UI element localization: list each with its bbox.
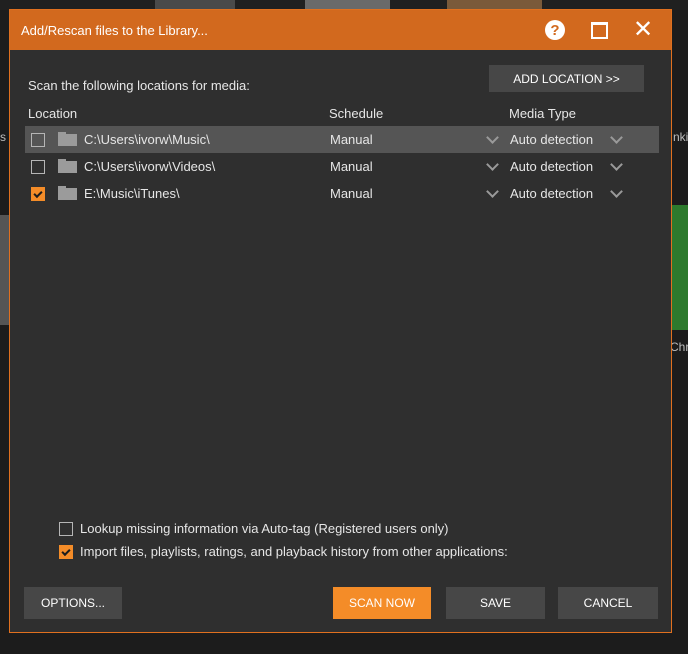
media-type-value: Auto detection (510, 186, 594, 201)
background-album-art (155, 0, 235, 9)
autotag-label: Lookup missing information via Auto-tag … (80, 521, 449, 536)
close-icon: ✕ (632, 16, 654, 43)
background-album-art (0, 215, 9, 325)
import-label: Import files, playlists, ratings, and pl… (80, 544, 508, 559)
folder-icon (58, 159, 77, 173)
maximize-button[interactable] (577, 10, 621, 50)
media-type-dropdown-chevron-icon[interactable] (610, 158, 623, 171)
column-header-location: Location (28, 106, 78, 121)
autotag-checkbox[interactable] (59, 522, 73, 536)
schedule-value: Manual (330, 132, 373, 147)
schedule-dropdown-chevron-icon[interactable] (486, 158, 499, 171)
help-icon: ? (545, 20, 565, 40)
location-path: C:\Users\ivorw\Videos\ (84, 159, 216, 174)
save-button[interactable]: SAVE (446, 587, 545, 619)
location-checkbox[interactable] (31, 133, 45, 147)
background-text: nki (673, 130, 688, 144)
location-checkbox[interactable] (31, 187, 45, 201)
location-path: C:\Users\ivorw\Music\ (84, 132, 210, 147)
background-album-art (672, 205, 688, 330)
column-header-schedule: Schedule (329, 106, 384, 121)
background-album-art (447, 0, 542, 9)
cancel-button[interactable]: CANCEL (558, 587, 658, 619)
schedule-value: Manual (330, 186, 373, 201)
location-row[interactable]: E:\Music\iTunes\ Manual Auto detection (25, 180, 659, 207)
schedule-value: Manual (330, 159, 373, 174)
media-type-value: Auto detection (510, 132, 594, 147)
media-type-dropdown-chevron-icon[interactable] (610, 131, 623, 144)
column-header-media-type: Media Type (509, 106, 576, 121)
location-checkbox[interactable] (31, 160, 45, 174)
media-type-value: Auto detection (510, 159, 594, 174)
location-row[interactable]: C:\Users\ivorw\Videos\ Manual Auto detec… (25, 153, 659, 180)
schedule-dropdown-chevron-icon[interactable] (486, 185, 499, 198)
close-button[interactable]: ✕ (621, 10, 665, 50)
background-text: s (0, 130, 6, 144)
folder-icon (58, 132, 77, 146)
background-album-art (305, 0, 390, 9)
media-type-dropdown-chevron-icon[interactable] (610, 185, 623, 198)
dialog-titlebar[interactable]: Add/Rescan files to the Library... ? ✕ (10, 10, 671, 50)
maximize-icon (590, 21, 608, 39)
titlebar-controls: ? ✕ (533, 10, 665, 50)
options-button[interactable]: OPTIONS... (24, 587, 122, 619)
location-path: E:\Music\iTunes\ (84, 186, 180, 201)
scan-locations-label: Scan the following locations for media: (28, 78, 250, 93)
import-checkbox[interactable] (59, 545, 73, 559)
schedule-dropdown-chevron-icon[interactable] (486, 131, 499, 144)
dialog-title: Add/Rescan files to the Library... (21, 22, 208, 38)
help-button[interactable]: ? (533, 10, 577, 50)
background-text: Chr (670, 340, 688, 354)
location-row[interactable]: C:\Users\ivorw\Music\ Manual Auto detect… (25, 126, 659, 153)
add-rescan-dialog: Add/Rescan files to the Library... ? ✕ S… (9, 9, 672, 633)
add-location-button[interactable]: ADD LOCATION >> (489, 65, 644, 92)
scan-now-button[interactable]: SCAN NOW (333, 587, 431, 619)
folder-icon (58, 186, 77, 200)
